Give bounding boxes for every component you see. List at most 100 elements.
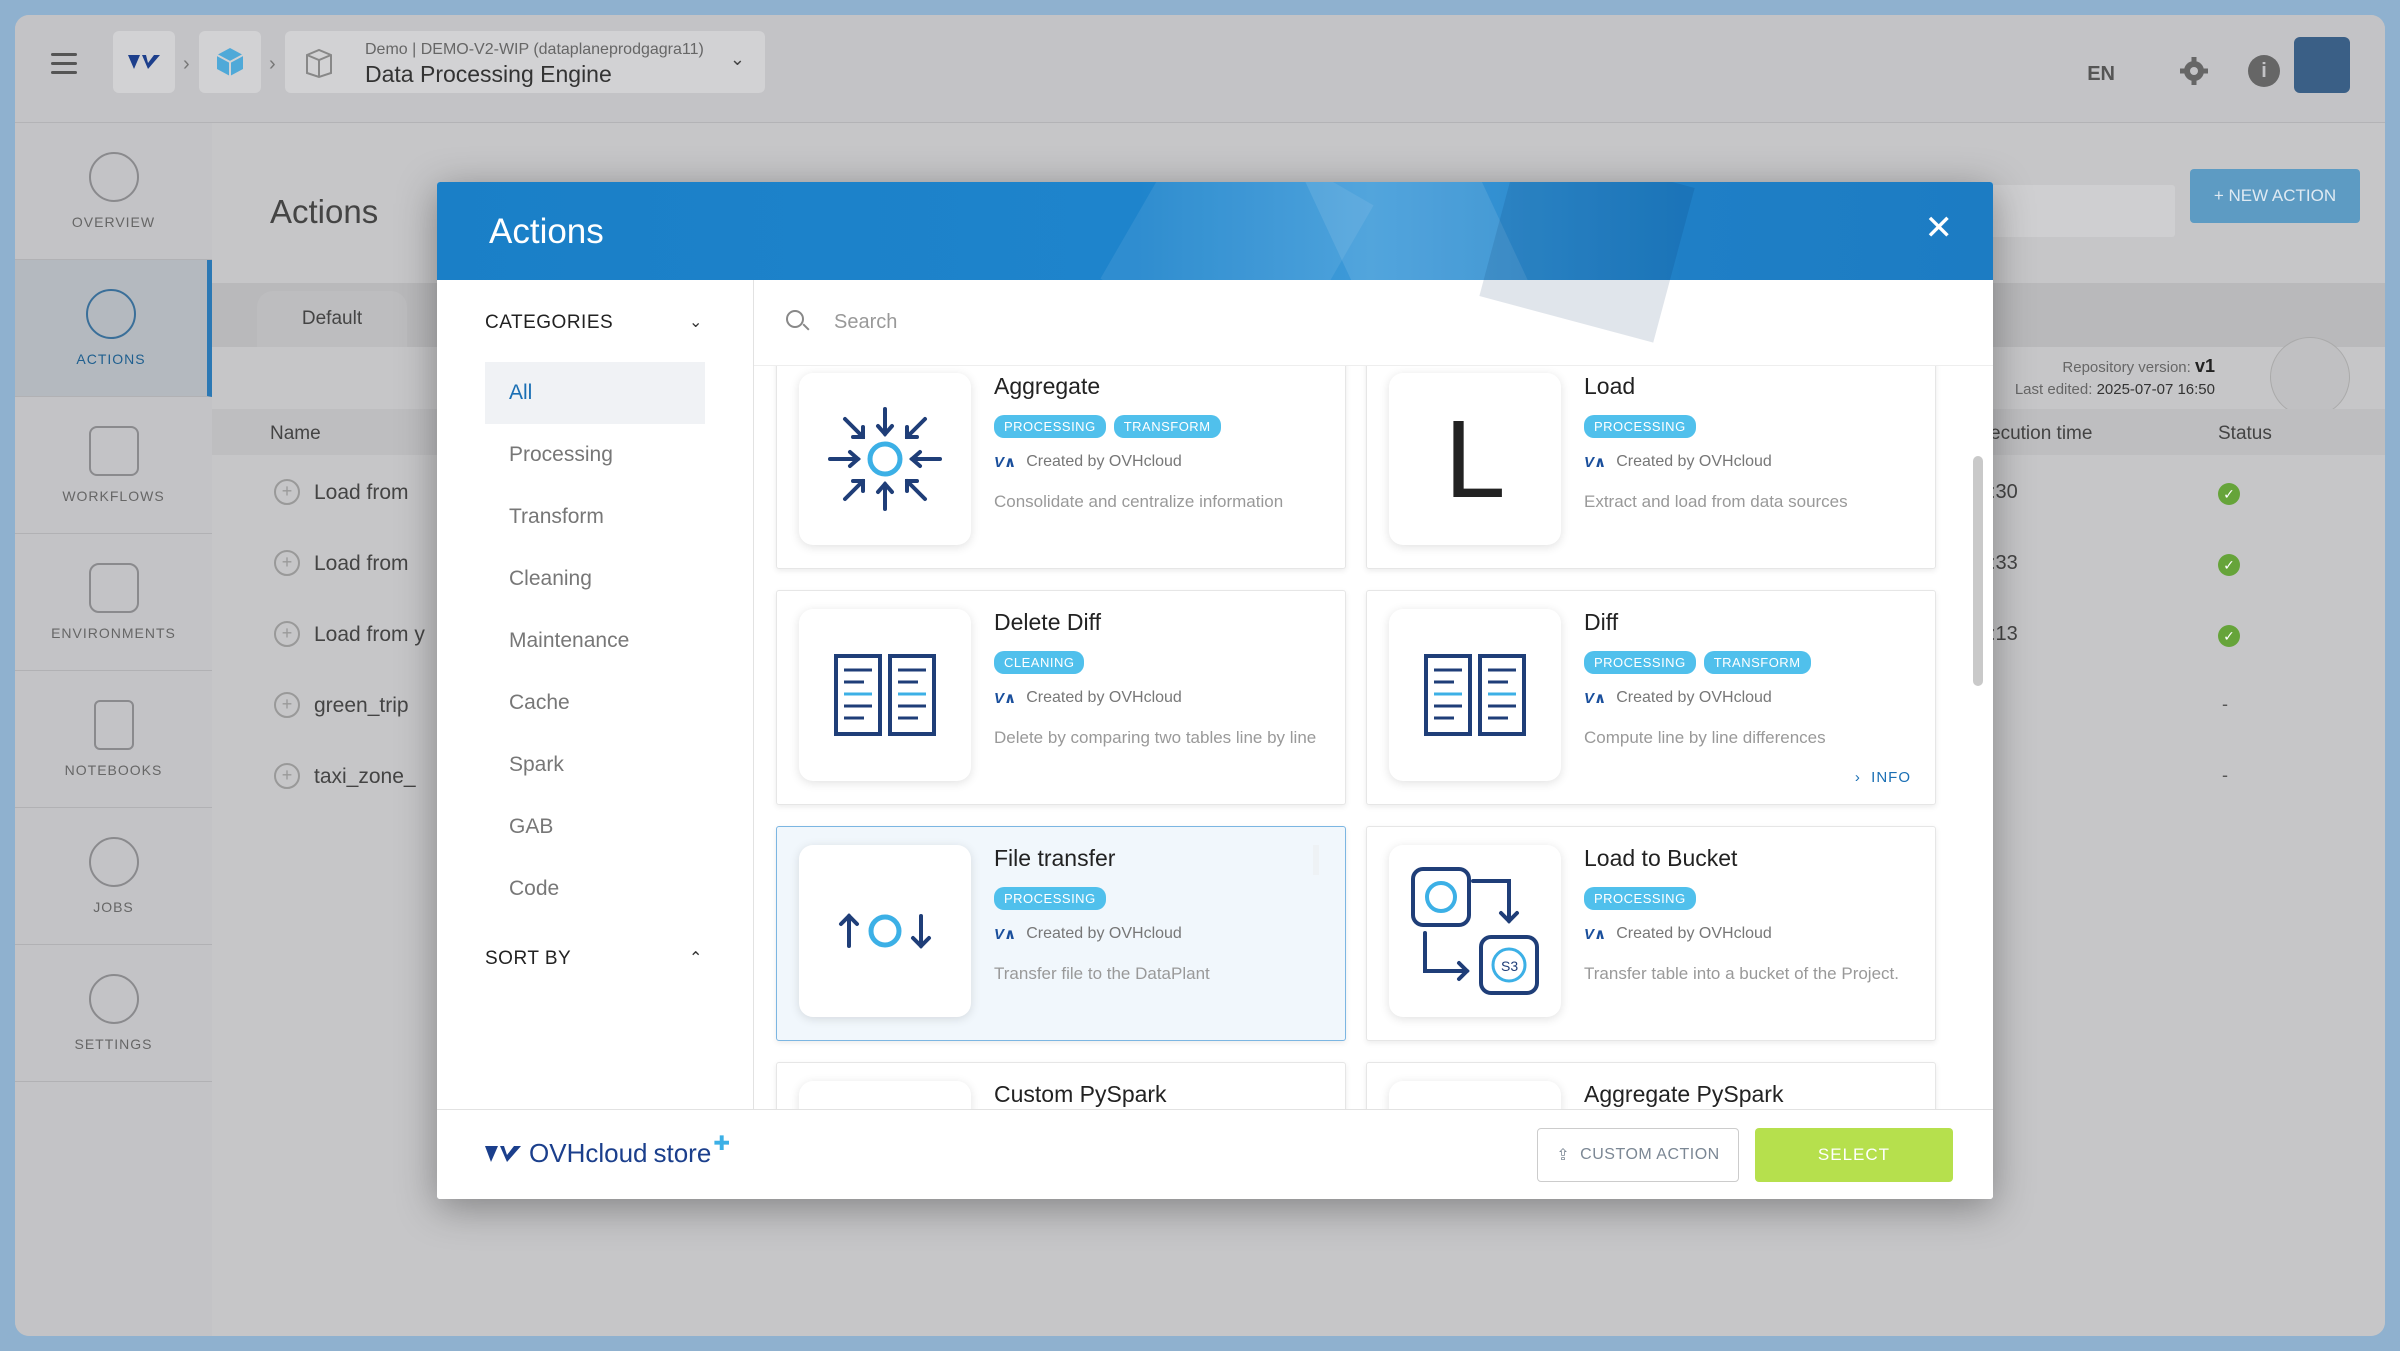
project-selector[interactable]: Demo | DEMO-V2-WIP (dataplaneprodgagra11…	[285, 31, 765, 93]
card-description: Delete by comparing two tables line by l…	[994, 728, 1317, 747]
ovh-logo-icon: V∧	[1584, 454, 1607, 471]
category-transform[interactable]: Transform	[485, 486, 705, 548]
chevron-right-icon: ›	[1854, 769, 1872, 786]
sidebar-item-label: JOBS	[93, 899, 134, 915]
card-title: File transfer	[994, 845, 1116, 871]
expand-icon[interactable]: +	[274, 550, 300, 576]
card-tags: PROCESSING TRANSFORM	[1584, 651, 1811, 674]
tag-badge: TRANSFORM	[1703, 651, 1811, 674]
row-name: Load from y	[314, 623, 425, 646]
card-custom-pyspark[interactable]: Custom PySpark	[776, 1062, 1346, 1109]
card-diff[interactable]: Diff PROCESSING TRANSFORM V∧ Created by O…	[1366, 590, 1936, 805]
ovh-logo-icon	[485, 1145, 521, 1162]
status-ok-icon: ✓	[2218, 483, 2240, 505]
layers-icon[interactable]	[2270, 337, 2350, 417]
transfer-icon	[799, 845, 971, 1017]
tab-default[interactable]: Default	[257, 291, 407, 347]
tag-badge: PROCESSING	[1584, 651, 1696, 674]
chevron-up-icon[interactable]: ⌃	[689, 948, 702, 968]
letter-l-icon: L	[1389, 373, 1561, 545]
tag-badge: PROCESSING	[1584, 887, 1696, 910]
card-description: Compute line by line differences	[1584, 728, 1826, 747]
filter-input[interactable]	[1975, 185, 2175, 237]
select-button[interactable]: SELECT	[1755, 1128, 1953, 1182]
package-icon	[306, 48, 332, 79]
project-cube-button[interactable]	[199, 31, 261, 93]
repo-version-label: Repository version:	[2062, 359, 2191, 376]
ovh-logo-icon: V∧	[994, 690, 1017, 707]
tag-badge: PROCESSING	[1584, 415, 1696, 438]
card-load-to-bucket[interactable]: S3 Load to Bucket PROCESSING V∧ Created b…	[1366, 826, 1936, 1041]
pyspark-icon	[1389, 1081, 1561, 1109]
sidebar-item-workflows[interactable]: WORKFLOWS	[15, 397, 212, 534]
custom-action-button[interactable]: ⇪ CUSTOM ACTION	[1537, 1128, 1739, 1182]
sidebar: OVERVIEW ACTIONS WORKFLOWS ENVIRONMENTS …	[15, 123, 212, 1336]
sidebar-item-jobs[interactable]: JOBS	[15, 808, 212, 945]
expand-icon[interactable]: +	[274, 692, 300, 718]
sidebar-item-label: ENVIRONMENTS	[51, 625, 176, 641]
chevron-down-icon: ⌄	[729, 49, 745, 69]
menu-icon[interactable]	[51, 53, 77, 80]
ovh-logo-icon: V∧	[994, 926, 1017, 943]
sidebar-item-notebooks[interactable]: NOTEBOOKS	[15, 671, 212, 808]
sort-by-header[interactable]: SORT BY	[485, 948, 571, 970]
sidebar-item-label: OVERVIEW	[71, 214, 156, 230]
info-icon[interactable]: i	[2248, 55, 2280, 87]
bucket-icon: S3	[1389, 845, 1561, 1017]
category-cleaning[interactable]: Cleaning	[485, 548, 705, 610]
creator-text: Created by OVHcloud	[1026, 925, 1182, 942]
sidebar-item-environments[interactable]: ENVIRONMENTS	[15, 534, 212, 671]
expand-icon[interactable]: +	[274, 763, 300, 789]
category-cache[interactable]: Cache	[485, 672, 705, 734]
category-gab[interactable]: GAB	[485, 796, 705, 858]
category-all[interactable]: All	[485, 362, 705, 424]
gear-icon	[88, 974, 139, 1024]
avatar[interactable]	[2294, 37, 2350, 93]
category-maintenance[interactable]: Maintenance	[485, 610, 705, 672]
cube-icon	[88, 563, 139, 613]
card-load[interactable]: L Load PROCESSING V∧ Created by OVHcloud …	[1366, 366, 1936, 569]
categories-header[interactable]: CATEGORIES	[485, 312, 613, 334]
card-creator: V∧ Created by OVHcloud	[1584, 453, 1772, 471]
category-code[interactable]: Code	[485, 858, 705, 920]
breadcrumb-separator: ›	[269, 53, 276, 75]
category-list: All Processing Transform Cleaning Mainte…	[485, 362, 705, 920]
row-name: Load from	[314, 481, 409, 504]
card-creator: V∧ Created by OVHcloud	[994, 453, 1182, 471]
ovh-logo-button[interactable]	[113, 31, 175, 93]
sidebar-item-actions[interactable]: ACTIONS	[15, 260, 212, 397]
status-ok-icon: ✓	[2218, 554, 2240, 576]
search-input[interactable]	[834, 302, 1534, 342]
card-delete-diff[interactable]: Delete Diff CLEANING V∧ Created by OVHclo…	[776, 590, 1346, 805]
workflow-icon	[88, 426, 139, 476]
sidebar-item-settings[interactable]: SETTINGS	[15, 945, 212, 1082]
card-title: Load to Bucket	[1584, 845, 1738, 871]
close-icon[interactable]: ✕	[1925, 208, 1954, 248]
scroll-thumb[interactable]	[1973, 456, 1983, 686]
sidebar-item-overview[interactable]: OVERVIEW	[15, 123, 212, 260]
expand-icon[interactable]: +	[274, 479, 300, 505]
info-label: INFO	[1871, 769, 1911, 786]
app-window: › › Demo | DEMO-V2-WIP (dataplaneprodgag…	[15, 15, 2385, 1336]
card-title: Diff	[1584, 609, 1619, 635]
tag-badge: TRANSFORM	[1113, 415, 1221, 438]
status-ok-icon: ✓	[2218, 625, 2240, 647]
cards-scrollbar[interactable]	[1973, 366, 1983, 1109]
card-aggregate-pyspark[interactable]: Aggregate PySpark	[1366, 1062, 1936, 1109]
gear-icon[interactable]	[2178, 55, 2210, 87]
info-link[interactable]: › INFO	[1855, 769, 1911, 786]
row-name: green_trip	[314, 694, 409, 717]
column-exec-time: ecution time	[1990, 423, 2093, 444]
card-file-transfer[interactable]: File transfer PROCESSING V∧ Created by OV…	[776, 826, 1346, 1041]
chevron-down-icon[interactable]: ⌄	[689, 312, 702, 332]
expand-icon[interactable]: +	[274, 621, 300, 647]
category-spark[interactable]: Spark	[485, 734, 705, 796]
category-processing[interactable]: Processing	[485, 424, 705, 486]
card-creator: V∧ Created by OVHcloud	[994, 925, 1182, 943]
pyspark-icon	[799, 1081, 971, 1109]
language-selector[interactable]: EN	[2087, 63, 2115, 86]
card-aggregate[interactable]: Aggregate PROCESSING TRANSFORM V∧ Created…	[776, 366, 1346, 569]
sidebar-item-label: WORKFLOWS	[62, 488, 165, 504]
ovhcloud-store-logo: OVHcloud store ✚	[483, 1133, 730, 1169]
new-action-button[interactable]: + NEW ACTION	[2190, 169, 2360, 223]
